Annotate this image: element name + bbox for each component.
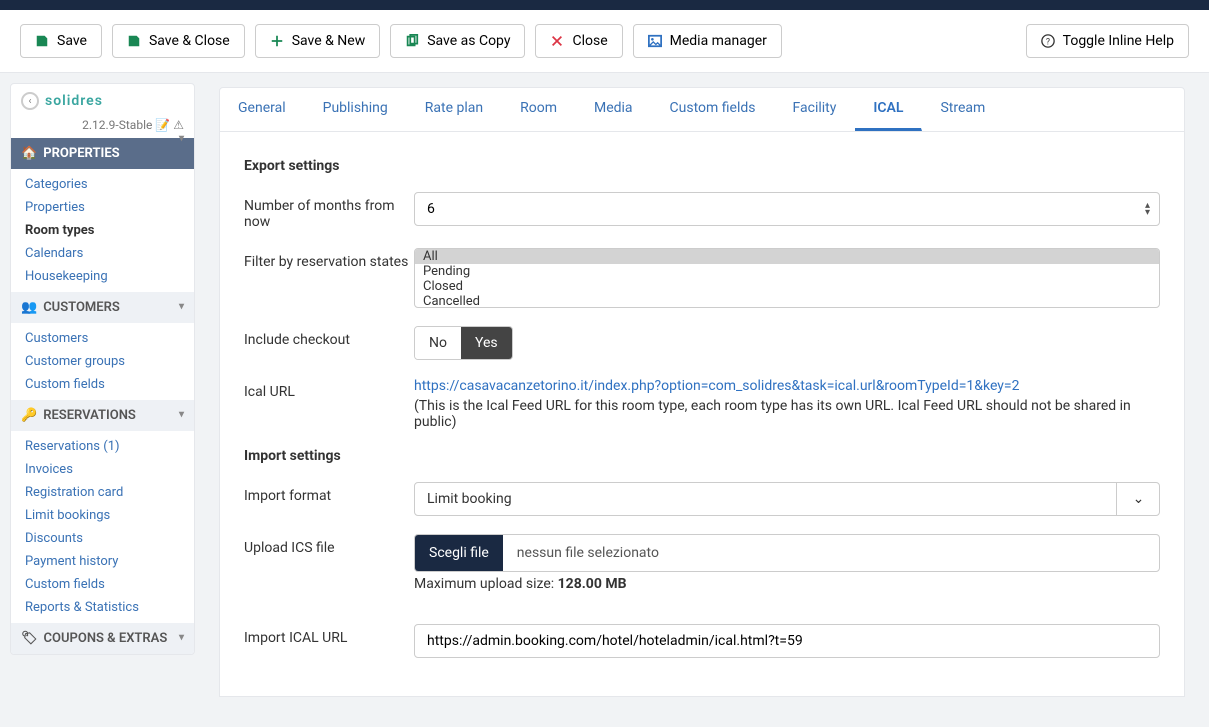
sidebar-item[interactable]: Invoices [11,458,194,481]
tabs: GeneralPublishingRate planRoomMediaCusto… [219,87,1185,132]
close-icon [550,34,564,48]
section-customers[interactable]: 👥 CUSTOMERS ▾ [11,292,194,323]
section-customers-label: CUSTOMERS [43,300,120,315]
toggle-help-button[interactable]: ? Toggle Inline Help [1026,24,1189,58]
media-manager-label: Media manager [670,33,767,49]
file-none-text: nessun file selezionato [503,535,1159,571]
section-coupons-label: COUPONS & EXTRAS [44,631,168,646]
format-label: Import format [244,482,414,504]
sidebar-item[interactable]: Reports & Statistics [11,596,194,619]
tab-media[interactable]: Media [576,88,652,131]
home-icon: 🏠 [21,146,37,161]
chevron-down-icon: ▾ [179,133,184,144]
checkout-yes[interactable]: Yes [461,327,512,359]
save-button[interactable]: Save [20,24,102,58]
save-icon [127,34,141,48]
section-properties-label: PROPERTIES [43,146,184,161]
months-input[interactable] [414,192,1160,226]
sidebar-item[interactable]: Custom fields [11,573,194,596]
svg-text:?: ? [1046,38,1050,48]
tab-room[interactable]: Room [502,88,576,131]
import-url-input[interactable] [414,624,1160,658]
chevron-down-icon: ▾ [179,632,184,643]
question-icon: ? [1041,34,1055,48]
ical-url-label: Ical URL [244,378,414,400]
save-new-label: Save & New [292,33,366,49]
sidebar-item[interactable]: Payment history [11,550,194,573]
copy-icon [405,34,419,48]
sidebar-item[interactable]: Customers [11,327,194,350]
section-properties[interactable]: 🏠 PROPERTIES ▾ [11,138,194,169]
save-close-button[interactable]: Save & Close [112,24,245,58]
sidebar-item[interactable]: Reservations (1) [11,435,194,458]
sidebar-item[interactable]: Categories [11,173,194,196]
save-copy-button[interactable]: Save as Copy [390,24,525,58]
sidebar-item[interactable]: Room types [11,219,194,242]
sidebar-item[interactable]: Limit bookings [11,504,194,527]
toggle-help-label: Toggle Inline Help [1063,33,1174,49]
section-coupons[interactable]: 🏷 COUPONS & EXTRAS ▾ [11,623,194,654]
checkout-toggle: No Yes [414,326,513,360]
sidebar: ‹ solidres 2.12.9-Stable 📝 ⚠ 🏠 PROPERTIE… [0,73,195,727]
tag-icon: 🏷 [21,631,38,646]
save-label: Save [57,33,87,49]
file-input[interactable]: Scegli file nessun file selezionato [414,534,1160,572]
tab-facility[interactable]: Facility [775,88,856,131]
chevron-down-icon: ▾ [179,409,184,420]
brand-version: 2.12.9-Stable 📝 ⚠ [11,118,194,138]
spinner-icon[interactable]: ▴▾ [1145,202,1150,216]
sidebar-item[interactable]: Registration card [11,481,194,504]
plus-icon [270,34,284,48]
sidebar-item[interactable]: Housekeeping [11,265,194,288]
ical-url-link[interactable]: https://casavacanzetorino.it/index.php?o… [414,378,1019,394]
tab-rate-plan[interactable]: Rate plan [407,88,502,131]
save-close-label: Save & Close [149,33,230,49]
brand-row: ‹ solidres [11,84,194,118]
import-title: Import settings [244,448,1160,464]
chevron-down-icon[interactable]: ⌄ [1116,482,1160,516]
tab-stream[interactable]: Stream [922,88,1004,131]
states-multiselect[interactable]: AllPendingClosedCancelled [414,248,1160,308]
save-icon [35,34,49,48]
image-icon [648,34,662,48]
months-label: Number of months from now [244,192,414,230]
export-title: Export settings [244,158,1160,174]
state-option[interactable]: Closed [415,279,1159,294]
sidebar-item[interactable]: Custom fields [11,373,194,396]
save-new-button[interactable]: Save & New [255,24,381,58]
checkout-label: Include checkout [244,326,414,348]
save-copy-label: Save as Copy [427,33,510,49]
max-size: Maximum upload size: 128.00 MB [414,576,1160,592]
tab-ical[interactable]: ICAL [855,88,922,131]
close-button[interactable]: Close [535,24,622,58]
sidebar-item[interactable]: Properties [11,196,194,219]
format-select[interactable]: Limit booking [414,482,1160,516]
close-label: Close [572,33,607,49]
key-icon: 🔑 [21,408,37,423]
filter-label: Filter by reservation states [244,248,414,270]
action-toolbar: Save Save & Close Save & New Save as Cop… [0,10,1209,73]
state-option[interactable]: Pending [415,264,1159,279]
section-reservations[interactable]: 🔑 RESERVATIONS ▾ [11,400,194,431]
state-option[interactable]: Cancelled [415,294,1159,308]
tab-general[interactable]: General [220,88,305,131]
sidebar-item[interactable]: Customer groups [11,350,194,373]
file-choose-button[interactable]: Scegli file [415,535,503,571]
sidebar-item[interactable]: Calendars [11,242,194,265]
state-option[interactable]: All [415,249,1159,264]
import-url-label: Import ICAL URL [244,624,414,646]
tab-publishing[interactable]: Publishing [305,88,407,131]
tab-custom-fields[interactable]: Custom fields [652,88,775,131]
checkout-no[interactable]: No [415,327,461,359]
upload-label: Upload ICS file [244,534,414,556]
sidebar-item[interactable]: Discounts [11,527,194,550]
back-icon[interactable]: ‹ [21,92,39,110]
users-icon: 👥 [21,300,37,315]
brand-name: solidres [45,93,103,109]
ical-url-hint: (This is the Ical Feed URL for this room… [414,398,1160,430]
media-manager-button[interactable]: Media manager [633,24,782,58]
chevron-down-icon: ▾ [179,301,184,312]
section-reservations-label: RESERVATIONS [43,408,136,423]
